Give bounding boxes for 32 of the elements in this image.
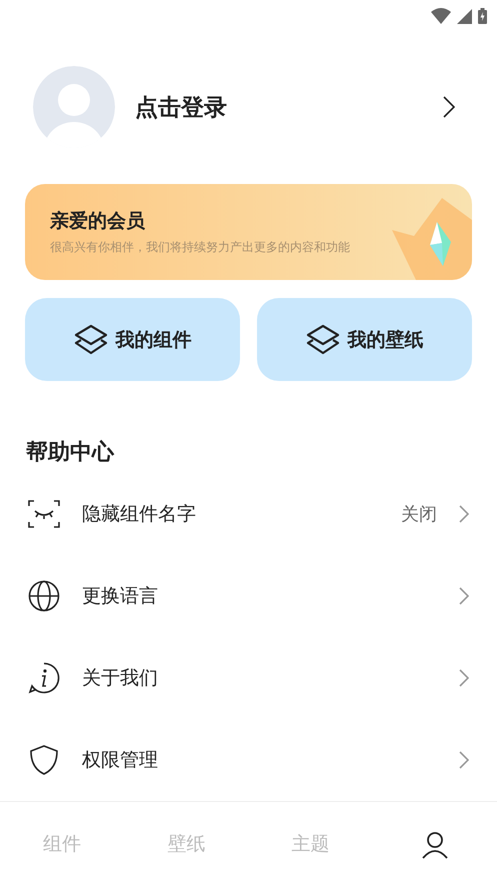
member-subtitle: 很高兴有你相伴，我们将持续努力产出更多的内容和功能 bbox=[50, 239, 351, 256]
row-label: 隐藏组件名字 bbox=[82, 502, 197, 527]
settings-row[interactable]: 权限管理 bbox=[0, 719, 497, 801]
member-title: 亲爱的会员 bbox=[50, 209, 146, 234]
row-label: 权限管理 bbox=[82, 748, 159, 773]
section-title: 帮助中心 bbox=[26, 438, 116, 467]
member-card[interactable]: 亲爱的会员 很高兴有你相伴，我们将持续努力产出更多的内容和功能 bbox=[25, 184, 472, 280]
login-prompt[interactable]: 点击登录 bbox=[135, 92, 423, 122]
battery-icon bbox=[478, 8, 487, 24]
closed-eye-icon bbox=[28, 500, 60, 528]
row-label: 更换语言 bbox=[82, 584, 159, 609]
shortcut-button[interactable]: 我的壁纸 bbox=[257, 298, 472, 381]
chevron-right-icon bbox=[459, 751, 469, 769]
signal-icon bbox=[457, 8, 472, 24]
layers-icon bbox=[74, 324, 108, 356]
gem-icon bbox=[392, 198, 472, 280]
layers-icon bbox=[306, 324, 340, 356]
settings-row[interactable]: 隐藏组件名字 关闭 bbox=[0, 473, 497, 555]
shield-icon bbox=[28, 744, 60, 776]
info-icon bbox=[28, 662, 60, 694]
wifi-icon bbox=[431, 8, 451, 24]
chevron-right-icon bbox=[459, 587, 469, 605]
settings-row[interactable]: 更换语言 bbox=[0, 555, 497, 637]
row-label: 关于我们 bbox=[82, 666, 159, 691]
chevron-right-icon bbox=[459, 505, 469, 523]
chevron-right-icon bbox=[459, 669, 469, 687]
avatar-icon[interactable] bbox=[33, 66, 115, 148]
settings-row[interactable]: 关于我们 bbox=[0, 637, 497, 719]
shortcut-button[interactable]: 我的组件 bbox=[25, 298, 240, 381]
row-value: 关闭 bbox=[401, 503, 437, 526]
globe-icon bbox=[28, 580, 60, 612]
chevron-right-icon[interactable] bbox=[443, 96, 455, 118]
